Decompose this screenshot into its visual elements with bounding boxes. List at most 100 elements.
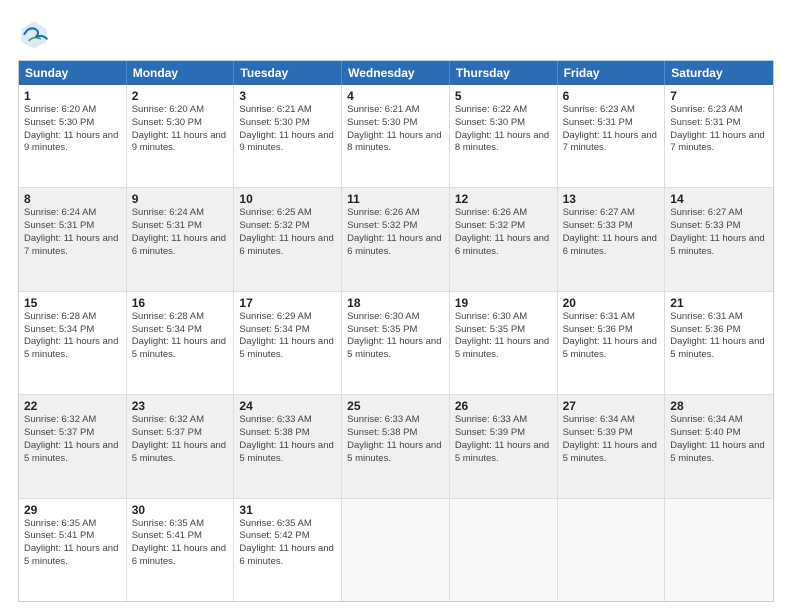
sunrise: Sunrise: 6:25 AM bbox=[239, 207, 336, 220]
sunrise: Sunrise: 6:21 AM bbox=[239, 104, 336, 117]
calendar-cell: 30 Sunrise: 6:35 AM Sunset: 5:41 PM Dayl… bbox=[127, 499, 235, 601]
sunset: Sunset: 5:33 PM bbox=[563, 220, 660, 233]
sunrise: Sunrise: 6:33 AM bbox=[239, 414, 336, 427]
calendar-cell: 13 Sunrise: 6:27 AM Sunset: 5:33 PM Dayl… bbox=[558, 188, 666, 290]
sunset: Sunset: 5:41 PM bbox=[132, 530, 229, 543]
daylight: Daylight: 11 hours and 7 minutes. bbox=[563, 130, 660, 156]
daylight: Daylight: 11 hours and 9 minutes. bbox=[239, 130, 336, 156]
sunrise: Sunrise: 6:24 AM bbox=[24, 207, 121, 220]
sunrise: Sunrise: 6:31 AM bbox=[670, 311, 768, 324]
calendar-cell: 7 Sunrise: 6:23 AM Sunset: 5:31 PM Dayli… bbox=[665, 85, 773, 187]
sunset: Sunset: 5:31 PM bbox=[132, 220, 229, 233]
calendar-cell: 14 Sunrise: 6:27 AM Sunset: 5:33 PM Dayl… bbox=[665, 188, 773, 290]
calendar-cell: 3 Sunrise: 6:21 AM Sunset: 5:30 PM Dayli… bbox=[234, 85, 342, 187]
calendar-cell: 29 Sunrise: 6:35 AM Sunset: 5:41 PM Dayl… bbox=[19, 499, 127, 601]
page: SundayMondayTuesdayWednesdayThursdayFrid… bbox=[0, 0, 792, 612]
sunrise: Sunrise: 6:34 AM bbox=[563, 414, 660, 427]
sunrise: Sunrise: 6:23 AM bbox=[563, 104, 660, 117]
daylight: Daylight: 11 hours and 8 minutes. bbox=[347, 130, 444, 156]
calendar-cell: 8 Sunrise: 6:24 AM Sunset: 5:31 PM Dayli… bbox=[19, 188, 127, 290]
header-day: Friday bbox=[558, 61, 666, 85]
sunrise: Sunrise: 6:20 AM bbox=[132, 104, 229, 117]
daylight: Daylight: 11 hours and 5 minutes. bbox=[670, 336, 768, 362]
sunset: Sunset: 5:32 PM bbox=[455, 220, 552, 233]
sunrise: Sunrise: 6:28 AM bbox=[24, 311, 121, 324]
calendar-cell: 25 Sunrise: 6:33 AM Sunset: 5:38 PM Dayl… bbox=[342, 395, 450, 497]
calendar-cell: 24 Sunrise: 6:33 AM Sunset: 5:38 PM Dayl… bbox=[234, 395, 342, 497]
calendar-cell: 21 Sunrise: 6:31 AM Sunset: 5:36 PM Dayl… bbox=[665, 292, 773, 394]
sunrise: Sunrise: 6:29 AM bbox=[239, 311, 336, 324]
sunset: Sunset: 5:41 PM bbox=[24, 530, 121, 543]
calendar-cell bbox=[450, 499, 558, 601]
sunrise: Sunrise: 6:35 AM bbox=[239, 518, 336, 531]
sunrise: Sunrise: 6:33 AM bbox=[455, 414, 552, 427]
sunset: Sunset: 5:31 PM bbox=[563, 117, 660, 130]
sunrise: Sunrise: 6:28 AM bbox=[132, 311, 229, 324]
sunset: Sunset: 5:30 PM bbox=[132, 117, 229, 130]
calendar-cell: 9 Sunrise: 6:24 AM Sunset: 5:31 PM Dayli… bbox=[127, 188, 235, 290]
sunrise: Sunrise: 6:27 AM bbox=[563, 207, 660, 220]
sunset: Sunset: 5:30 PM bbox=[24, 117, 121, 130]
daylight: Daylight: 11 hours and 5 minutes. bbox=[24, 336, 121, 362]
day-number: 9 bbox=[132, 192, 229, 206]
calendar: SundayMondayTuesdayWednesdayThursdayFrid… bbox=[18, 60, 774, 602]
day-number: 30 bbox=[132, 503, 229, 517]
sunset: Sunset: 5:37 PM bbox=[24, 427, 121, 440]
day-number: 31 bbox=[239, 503, 336, 517]
calendar-cell: 23 Sunrise: 6:32 AM Sunset: 5:37 PM Dayl… bbox=[127, 395, 235, 497]
calendar-cell: 15 Sunrise: 6:28 AM Sunset: 5:34 PM Dayl… bbox=[19, 292, 127, 394]
header bbox=[18, 18, 774, 50]
header-day: Tuesday bbox=[234, 61, 342, 85]
sunset: Sunset: 5:37 PM bbox=[132, 427, 229, 440]
calendar-cell: 18 Sunrise: 6:30 AM Sunset: 5:35 PM Dayl… bbox=[342, 292, 450, 394]
calendar-row: 22 Sunrise: 6:32 AM Sunset: 5:37 PM Dayl… bbox=[19, 394, 773, 497]
calendar-cell: 12 Sunrise: 6:26 AM Sunset: 5:32 PM Dayl… bbox=[450, 188, 558, 290]
calendar-cell bbox=[558, 499, 666, 601]
daylight: Daylight: 11 hours and 5 minutes. bbox=[563, 440, 660, 466]
header-day: Monday bbox=[127, 61, 235, 85]
sunset: Sunset: 5:32 PM bbox=[239, 220, 336, 233]
sunrise: Sunrise: 6:20 AM bbox=[24, 104, 121, 117]
sunrise: Sunrise: 6:26 AM bbox=[455, 207, 552, 220]
day-number: 23 bbox=[132, 399, 229, 413]
calendar-cell: 1 Sunrise: 6:20 AM Sunset: 5:30 PM Dayli… bbox=[19, 85, 127, 187]
daylight: Daylight: 11 hours and 6 minutes. bbox=[239, 233, 336, 259]
day-number: 18 bbox=[347, 296, 444, 310]
daylight: Daylight: 11 hours and 6 minutes. bbox=[563, 233, 660, 259]
sunset: Sunset: 5:40 PM bbox=[670, 427, 768, 440]
calendar-cell: 22 Sunrise: 6:32 AM Sunset: 5:37 PM Dayl… bbox=[19, 395, 127, 497]
daylight: Daylight: 11 hours and 9 minutes. bbox=[132, 130, 229, 156]
daylight: Daylight: 11 hours and 5 minutes. bbox=[24, 440, 121, 466]
sunrise: Sunrise: 6:26 AM bbox=[347, 207, 444, 220]
header-day: Saturday bbox=[665, 61, 773, 85]
sunset: Sunset: 5:38 PM bbox=[347, 427, 444, 440]
sunrise: Sunrise: 6:34 AM bbox=[670, 414, 768, 427]
sunrise: Sunrise: 6:21 AM bbox=[347, 104, 444, 117]
day-number: 27 bbox=[563, 399, 660, 413]
day-number: 2 bbox=[132, 89, 229, 103]
day-number: 11 bbox=[347, 192, 444, 206]
calendar-cell: 31 Sunrise: 6:35 AM Sunset: 5:42 PM Dayl… bbox=[234, 499, 342, 601]
sunset: Sunset: 5:33 PM bbox=[670, 220, 768, 233]
sunset: Sunset: 5:30 PM bbox=[347, 117, 444, 130]
sunrise: Sunrise: 6:27 AM bbox=[670, 207, 768, 220]
calendar-row: 29 Sunrise: 6:35 AM Sunset: 5:41 PM Dayl… bbox=[19, 498, 773, 601]
calendar-cell: 20 Sunrise: 6:31 AM Sunset: 5:36 PM Dayl… bbox=[558, 292, 666, 394]
daylight: Daylight: 11 hours and 6 minutes. bbox=[239, 543, 336, 569]
calendar-cell: 19 Sunrise: 6:30 AM Sunset: 5:35 PM Dayl… bbox=[450, 292, 558, 394]
sunset: Sunset: 5:31 PM bbox=[24, 220, 121, 233]
calendar-cell: 11 Sunrise: 6:26 AM Sunset: 5:32 PM Dayl… bbox=[342, 188, 450, 290]
daylight: Daylight: 11 hours and 9 minutes. bbox=[24, 130, 121, 156]
calendar-cell bbox=[342, 499, 450, 601]
day-number: 10 bbox=[239, 192, 336, 206]
header-day: Thursday bbox=[450, 61, 558, 85]
sunset: Sunset: 5:39 PM bbox=[455, 427, 552, 440]
daylight: Daylight: 11 hours and 7 minutes. bbox=[24, 233, 121, 259]
sunset: Sunset: 5:35 PM bbox=[455, 324, 552, 337]
day-number: 15 bbox=[24, 296, 121, 310]
day-number: 3 bbox=[239, 89, 336, 103]
calendar-header: SundayMondayTuesdayWednesdayThursdayFrid… bbox=[19, 61, 773, 85]
daylight: Daylight: 11 hours and 5 minutes. bbox=[239, 336, 336, 362]
day-number: 25 bbox=[347, 399, 444, 413]
calendar-cell: 6 Sunrise: 6:23 AM Sunset: 5:31 PM Dayli… bbox=[558, 85, 666, 187]
